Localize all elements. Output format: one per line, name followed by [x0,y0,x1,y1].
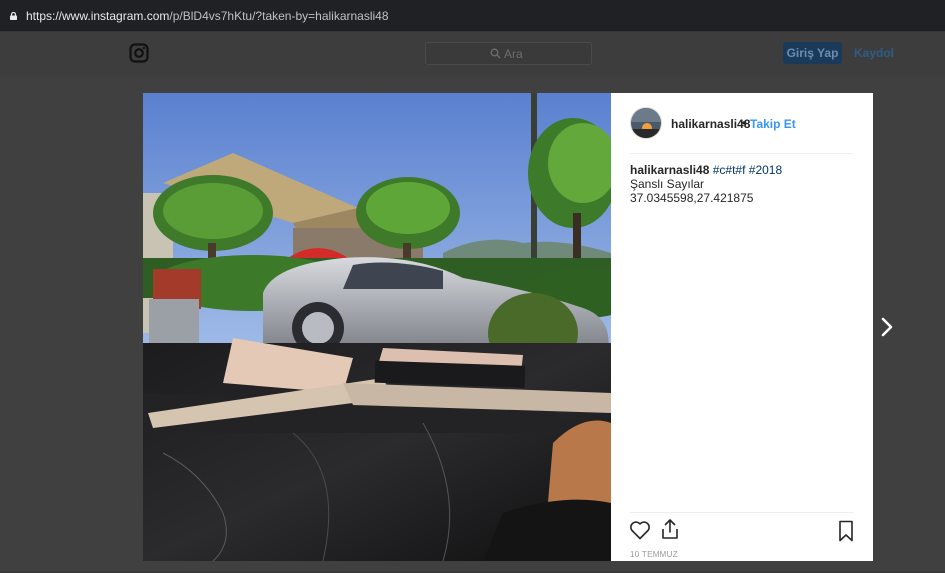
signup-link[interactable]: Kaydol [854,46,894,60]
post-side-panel: halikarnasli48 • Takip Et halikarnasli48… [611,93,873,561]
post-photo-image [143,93,611,561]
search-input[interactable]: Ara [425,42,592,65]
header-divider [630,153,854,154]
post-username[interactable]: halikarnasli48 [671,117,750,131]
instagram-header: Ara Giriş Yap Kaydol [0,32,945,76]
post-date: 10 TEMMUZ [630,550,678,559]
chevron-right-icon[interactable] [880,316,894,338]
bookmark-icon[interactable] [838,520,854,542]
avatar[interactable] [630,107,662,139]
separator-dot: • [742,116,747,130]
caption-line: Şanslı Sayılar [630,177,705,191]
share-icon[interactable] [660,518,680,540]
avatar-image [631,108,661,138]
url-text[interactable]: https://www.instagram.com/p/BlD4vs7hKtu/… [26,9,389,23]
heart-icon[interactable] [629,520,651,540]
lock-icon [10,12,17,20]
caption-username[interactable]: halikarnasli48 [630,163,709,177]
post-photo[interactable] [143,93,611,561]
hashtag-link[interactable]: #c#t#f [713,163,746,177]
login-button[interactable]: Giriş Yap [783,42,842,64]
actions-divider [630,512,854,513]
hashtag-link[interactable]: #2018 [749,163,782,177]
search-icon [490,48,501,59]
follow-button[interactable]: Takip Et [750,117,796,131]
url-host: https://www.instagram.com [26,9,170,23]
browser-address-bar[interactable]: https://www.instagram.com/p/BlD4vs7hKtu/… [0,0,945,32]
post-caption: halikarnasli48 #c#t#f #2018 Şanslı Sayıl… [630,163,858,205]
url-path: /p/BlD4vs7hKtu/?taken-by=halikarnasli48 [169,9,389,23]
search-placeholder: Ara [504,47,523,61]
instagram-camera-icon[interactable] [129,43,149,63]
caption-line: 37.0345598,27.421875 [630,191,754,205]
